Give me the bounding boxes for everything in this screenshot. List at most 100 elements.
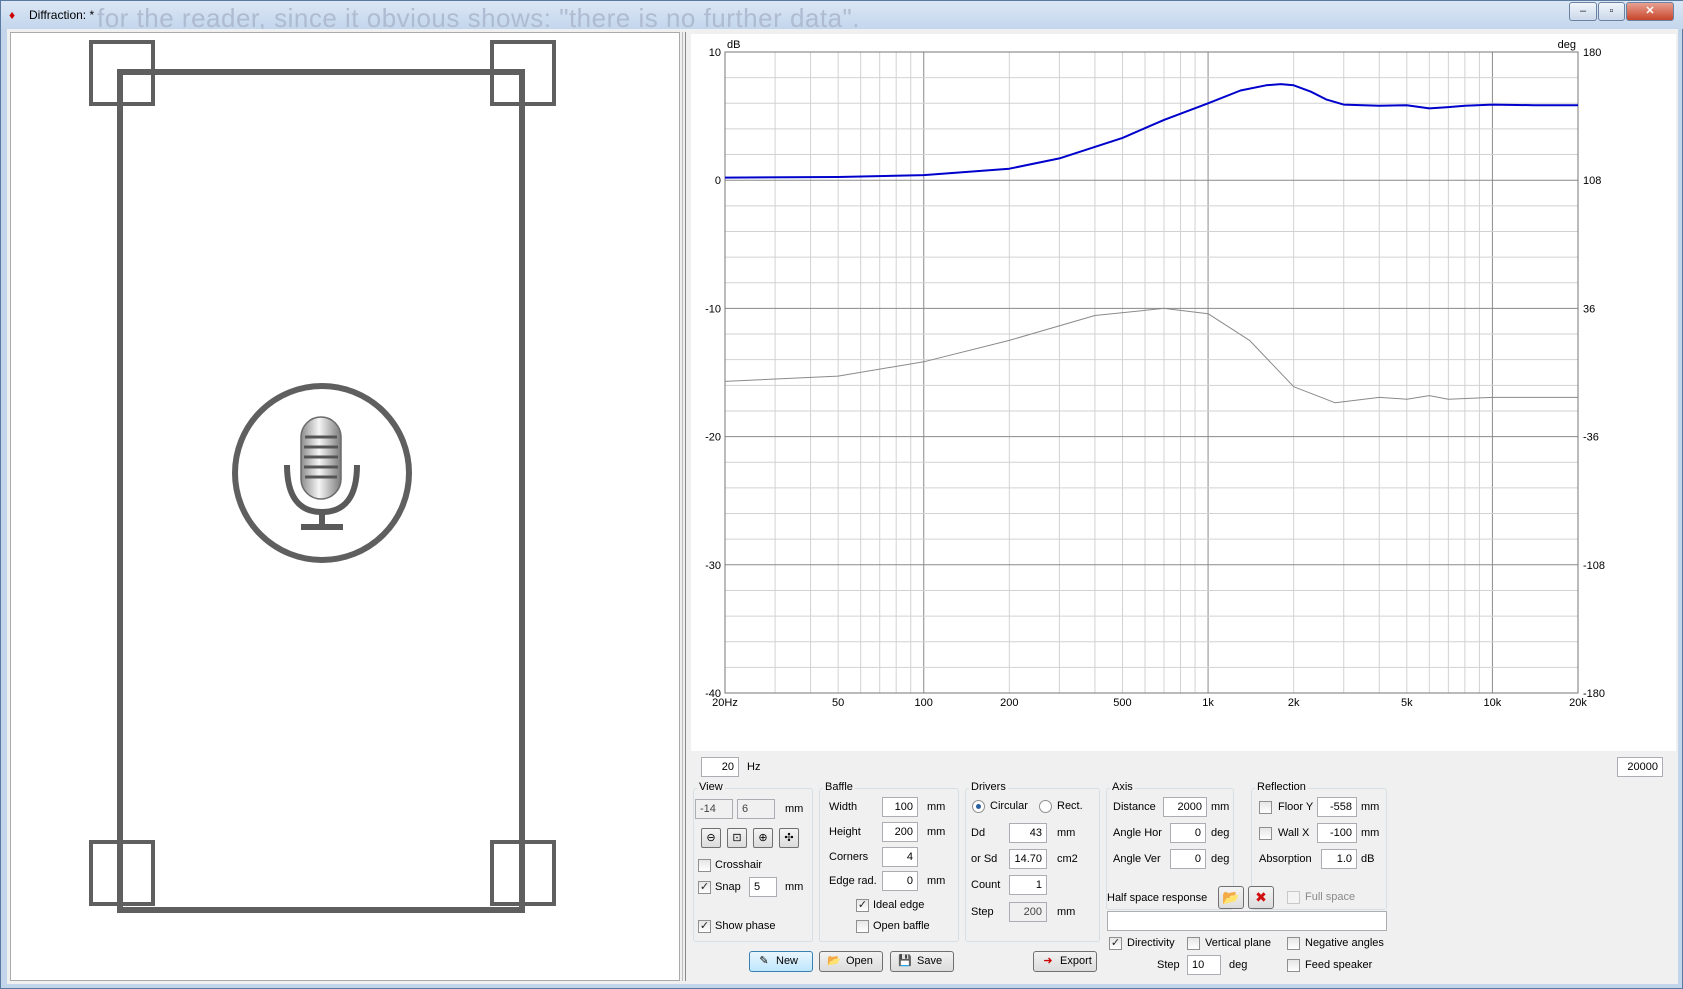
snap-checkbox[interactable]: ✓	[698, 881, 711, 894]
x-tick-label: 200	[1000, 697, 1018, 709]
count-label: Count	[971, 879, 1001, 891]
directivity-label: Directivity	[1127, 937, 1175, 949]
sd-field[interactable]: 14.70	[1009, 849, 1047, 869]
rect-radio[interactable]	[1039, 800, 1052, 813]
client-area: 10 0 -10 -20 -30 -40 180 108 36 -36 -108 -180 20Hz 50…	[7, 29, 1678, 984]
height-label: Height	[829, 826, 861, 838]
response-chart[interactable]: 10 0 -10 -20 -30 -40 180 108 36 -36 -108 -180 20Hz 50…	[691, 34, 1676, 751]
edge-radius-field[interactable]: 0	[882, 871, 918, 891]
x-tick-label: 20k	[1569, 697, 1587, 709]
x-tick-label: 2k	[1288, 697, 1300, 709]
folder-icon: 📂	[827, 955, 841, 967]
floor-checkbox[interactable]	[1259, 801, 1272, 814]
angle-ver-field[interactable]: 0	[1170, 849, 1206, 869]
open-button[interactable]: 📂 Open	[819, 951, 883, 972]
height-mm-label: mm	[927, 826, 946, 838]
floor-field[interactable]: -558	[1317, 797, 1357, 817]
export-icon: ➜	[1043, 955, 1053, 967]
wall-field[interactable]: -100	[1317, 823, 1357, 843]
feed-speaker-checkbox[interactable]	[1287, 959, 1300, 972]
max-frequency-field[interactable]: 20000	[1617, 757, 1663, 777]
baffle-group-title: Baffle	[823, 781, 855, 793]
zoom-all-icon[interactable]: ✣	[779, 828, 799, 848]
open-baffle-label: Open baffle	[873, 920, 930, 932]
drivers-group-title: Drivers	[969, 781, 1008, 793]
count-field[interactable]: 1	[1009, 875, 1047, 895]
baffle-canvas[interactable]	[10, 32, 680, 981]
zoom-in-icon[interactable]: ⊕	[753, 828, 773, 848]
min-frequency-field[interactable]: 20	[701, 757, 739, 777]
angle-hor-field[interactable]: 0	[1170, 823, 1206, 843]
wall-unit-label: mm	[1361, 827, 1380, 839]
vertical-plane-checkbox[interactable]	[1187, 937, 1200, 950]
new-button[interactable]: ✎ New	[749, 951, 813, 972]
wand-icon: ✎	[759, 955, 769, 967]
hz-unit-label: Hz	[747, 761, 761, 773]
negative-angles-checkbox[interactable]	[1287, 937, 1300, 950]
zoom-out-icon[interactable]: ⊖	[701, 828, 721, 848]
width-label: Width	[829, 801, 858, 813]
width-field[interactable]: 100	[882, 797, 918, 817]
distance-label: Distance	[1113, 801, 1156, 813]
x-tick-label: 50	[832, 697, 844, 709]
directivity-checkbox[interactable]: ✓	[1109, 937, 1122, 950]
angle-hor-unit-label: deg	[1211, 827, 1230, 839]
x-tick-label: 10k	[1484, 697, 1502, 709]
full-space-label: Full space	[1305, 891, 1356, 903]
y2-tick-label: 36	[1583, 303, 1595, 315]
x-tick-label: 500	[1113, 697, 1131, 709]
baffle-drawing	[89, 40, 556, 913]
pane-splitter[interactable]	[682, 32, 686, 981]
y-tick-label: 0	[715, 175, 721, 187]
save-button-label: Save	[917, 955, 943, 967]
dd-label: Dd	[971, 827, 986, 839]
save-button[interactable]: 💾 Save	[890, 951, 954, 972]
half-space-path-field[interactable]	[1107, 911, 1387, 931]
view-group-title: View	[697, 781, 725, 793]
y2-tick-label: 108	[1583, 175, 1601, 187]
crosshair-checkbox[interactable]	[698, 859, 711, 872]
app-window: ♦ Diffraction: * for the reader, since i…	[0, 0, 1683, 989]
circular-radio[interactable]	[972, 800, 985, 813]
dd-field[interactable]: 43	[1009, 823, 1047, 843]
directivity-step-field[interactable]: 10	[1187, 955, 1221, 975]
magnitude-curve	[724, 83, 1578, 179]
delete-icon[interactable]: ✖	[1248, 886, 1274, 909]
cursor-y-field: 6	[737, 799, 775, 819]
distance-field[interactable]: 2000	[1163, 797, 1207, 817]
show-phase-checkbox[interactable]: ✓	[698, 920, 711, 933]
crosshair-label: Crosshair	[715, 859, 763, 871]
ideal-edge-checkbox[interactable]: ✓	[856, 899, 869, 912]
wall-checkbox[interactable]	[1259, 827, 1272, 840]
snap-field[interactable]: 5	[749, 877, 777, 897]
title-bar: ♦ Diffraction: * for the reader, since i…	[1, 1, 1683, 33]
x-tick-label: 1k	[1202, 697, 1214, 709]
negative-angles-label: Negative angles	[1305, 937, 1384, 949]
width-mm-label: mm	[927, 801, 946, 813]
minimize-button[interactable]: –	[1569, 2, 1597, 21]
y2-tick-label: 180	[1583, 47, 1601, 59]
export-button-label: Export	[1060, 955, 1092, 967]
angle-ver-label: Angle Ver	[1113, 853, 1161, 865]
absorption-field[interactable]: 1.0	[1321, 849, 1357, 869]
window-title: Diffraction: *	[29, 8, 95, 22]
reflection-group-title: Reflection	[1255, 781, 1308, 793]
new-button-label: New	[776, 955, 799, 967]
floor-label: Floor Y	[1278, 801, 1314, 813]
zoom-fit-icon[interactable]: ⊡	[727, 828, 747, 848]
open-folder-icon[interactable]: 📂	[1218, 886, 1244, 909]
axis-group-title: Axis	[1110, 781, 1135, 793]
corners-field[interactable]: 4	[882, 847, 918, 867]
close-button[interactable]: ✕	[1626, 2, 1674, 21]
edge-radius-label: Edge rad.	[829, 875, 877, 887]
open-baffle-checkbox[interactable]	[856, 920, 869, 933]
height-field[interactable]: 200	[882, 822, 918, 842]
y2-tick-label: -36	[1583, 432, 1599, 444]
snap-mm-label: mm	[785, 881, 804, 893]
x-tick-label: 100	[915, 697, 933, 709]
response-chart-svg: 100-10-20-30-4018010836-36-108-18020Hz 50…	[705, 39, 1605, 709]
maximize-button[interactable]: ▫	[1598, 2, 1625, 21]
x-tick-label: 20Hz	[712, 697, 738, 709]
floor-unit-label: mm	[1361, 801, 1380, 813]
export-button[interactable]: ➜ Export	[1033, 951, 1097, 972]
